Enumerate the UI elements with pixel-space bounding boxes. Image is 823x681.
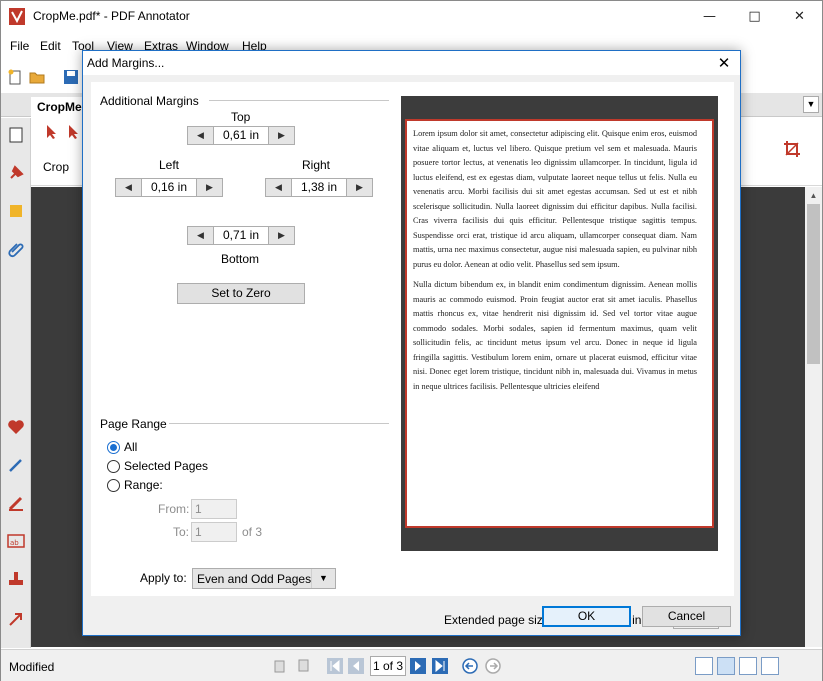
dialog-title: Add Margins... [87, 56, 165, 70]
crop-icon[interactable] [783, 140, 801, 158]
left-label: Left [159, 158, 180, 172]
from-input[interactable]: 1 [191, 499, 237, 519]
preview-paragraph: Nulla dictum bibendum ex, in blandit eni… [413, 280, 697, 391]
pen-icon[interactable] [7, 456, 25, 474]
bottom-label: Bottom [221, 252, 260, 266]
text-box-icon[interactable]: ab [7, 532, 25, 550]
preview-text: Lorem ipsum dolor sit amet, consectetur … [413, 127, 697, 400]
page-preview: Lorem ipsum dolor sit amet, consectetur … [401, 96, 718, 551]
from-label: From: [158, 502, 190, 516]
apply-to-value: Even and Odd Pages [197, 572, 312, 586]
select-arrow-icon[interactable] [45, 124, 59, 140]
top-margin-spinner: ◀ 0,61 in ▶ [187, 126, 295, 145]
radio-range-button[interactable] [107, 479, 120, 492]
top-increase-button[interactable]: ▶ [268, 127, 294, 144]
radio-range-label[interactable]: Range: [124, 478, 163, 492]
open-folder-icon[interactable] [29, 69, 45, 85]
page-range-group-title: Page Range [100, 417, 167, 431]
dialog-close-button[interactable]: ✕ [713, 53, 735, 73]
top-decrease-button[interactable]: ◀ [188, 127, 214, 144]
preview-paragraph: Lorem ipsum dolor sit amet, consectetur … [413, 129, 697, 269]
apply-to-label: Apply to: [140, 571, 187, 585]
cancel-button[interactable]: Cancel [642, 606, 731, 627]
top-label: Top [231, 110, 251, 124]
radio-all-label[interactable]: All [124, 440, 137, 454]
previous-page-icon[interactable] [348, 658, 364, 674]
bottom-margin-value[interactable]: 0,71 in [215, 227, 267, 244]
bottom-margin-spinner: ◀ 0,71 in ▶ [187, 226, 295, 245]
to-label: To: [173, 525, 190, 539]
right-margin-value[interactable]: 1,38 in [293, 179, 345, 196]
left-increase-button[interactable]: ▶ [196, 179, 222, 196]
apply-to-select[interactable]: Even and Odd Pages ▼ [192, 568, 336, 589]
favorites-heart-icon[interactable] [7, 418, 25, 436]
tab-list-dropdown[interactable]: ▼ [803, 96, 819, 113]
statusbar: Modified 1 of 3 [1, 649, 822, 681]
radio-selected-pages-button[interactable] [107, 460, 120, 473]
scroll-up-icon[interactable]: ▲ [805, 187, 822, 204]
new-document-icon[interactable] [7, 69, 23, 85]
to-input[interactable]: 1 [191, 522, 237, 542]
set-to-zero-button[interactable]: Set to Zero [177, 283, 305, 304]
menu-file[interactable]: File [10, 39, 29, 53]
two-page-view-icon[interactable] [739, 657, 757, 675]
radio-all-button[interactable] [107, 441, 120, 454]
toolbar [1, 63, 91, 91]
attachment-icon[interactable] [7, 240, 25, 258]
add-margins-dialog: Add Margins... ✕ Additional Margins Top … [82, 50, 741, 636]
minimize-button[interactable]: — [687, 1, 732, 32]
highlighter-icon[interactable] [7, 494, 25, 512]
forward-icon[interactable] [485, 658, 501, 674]
right-margin-spinner: ◀ 1,38 in ▶ [265, 178, 373, 197]
page-indicator[interactable]: 1 of 3 [370, 656, 406, 676]
continuous-view-icon[interactable] [717, 657, 735, 675]
margins-group-title: Additional Margins [100, 94, 199, 108]
dialog-titlebar: Add Margins... ✕ [83, 51, 740, 75]
two-page-continuous-view-icon[interactable] [761, 657, 779, 675]
group-divider [169, 423, 389, 424]
single-page-view-icon[interactable] [695, 657, 713, 675]
dialog-body: Additional Margins Top ◀ 0,61 in ▶ Left … [91, 82, 734, 629]
document-tab[interactable]: CropMe. [31, 97, 86, 117]
left-sidebar: ab [1, 118, 31, 648]
left-decrease-button[interactable]: ◀ [116, 179, 142, 196]
next-page-icon[interactable] [410, 658, 426, 674]
menu-edit[interactable]: Edit [40, 39, 61, 53]
pdf-annotator-logo-icon [9, 8, 25, 25]
page-icon[interactable] [7, 126, 25, 144]
group-divider [209, 100, 389, 101]
close-app-button[interactable]: ✕ [777, 1, 822, 32]
stamp-icon[interactable] [7, 570, 25, 588]
first-page-icon[interactable] [327, 658, 343, 674]
status-text: Modified [9, 660, 55, 674]
left-margin-value[interactable]: 0,16 in [143, 179, 195, 196]
left-margin-spinner: ◀ 0,16 in ▶ [115, 178, 223, 197]
chevron-down-icon[interactable]: ▼ [311, 569, 335, 588]
move-page-icon[interactable] [295, 658, 311, 674]
right-increase-button[interactable]: ▶ [346, 179, 372, 196]
insert-page-icon[interactable] [273, 658, 289, 674]
app-title: CropMe.pdf* - PDF Annotator [33, 9, 190, 23]
maximize-button[interactable]: □ [732, 1, 777, 32]
right-label: Right [302, 158, 331, 172]
radio-selected-pages-label[interactable]: Selected Pages [124, 459, 208, 473]
back-icon[interactable] [462, 658, 478, 674]
right-decrease-button[interactable]: ◀ [266, 179, 292, 196]
of-total-label: of 3 [242, 525, 263, 539]
note-icon[interactable] [7, 202, 25, 220]
bottom-increase-button[interactable]: ▶ [268, 227, 294, 244]
last-page-icon[interactable] [432, 658, 448, 674]
ok-button[interactable]: OK [542, 606, 631, 627]
pin-icon[interactable] [7, 164, 25, 182]
arrow-tool-icon[interactable] [7, 610, 25, 628]
top-margin-value[interactable]: 0,61 in [215, 127, 267, 144]
app-titlebar: CropMe.pdf* - PDF Annotator — □ ✕ [1, 1, 822, 32]
crop-label[interactable]: Crop [43, 160, 69, 174]
save-icon[interactable] [63, 69, 79, 85]
select-text-icon[interactable] [67, 124, 81, 140]
svg-text:ab: ab [10, 539, 19, 547]
bottom-decrease-button[interactable]: ◀ [188, 227, 214, 244]
scrollbar-thumb[interactable] [807, 204, 820, 364]
vertical-scrollbar[interactable]: ▲ [805, 187, 822, 647]
